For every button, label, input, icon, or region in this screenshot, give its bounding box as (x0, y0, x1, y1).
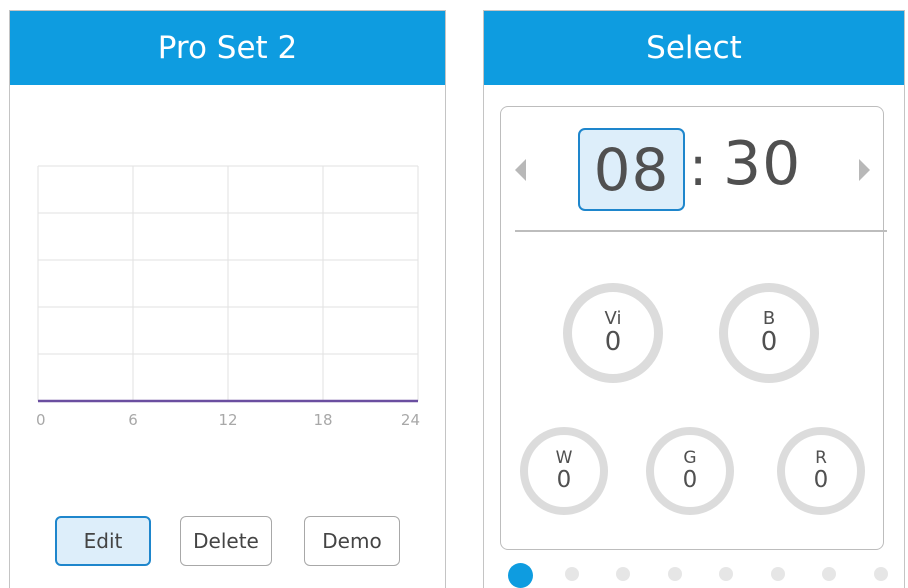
page-dot[interactable] (564, 567, 579, 581)
page-dot[interactable] (667, 567, 682, 581)
channel-r-dial[interactable]: R 0 (777, 427, 865, 515)
select-panel: Select 08 : 30 Vi 0 B 0 W 0 G 0 R 0 (483, 10, 905, 588)
select-title: Select (646, 30, 742, 66)
next-arrow-icon[interactable] (859, 159, 870, 181)
hour-field[interactable]: 08 (578, 128, 685, 211)
delete-button[interactable]: Delete (180, 516, 272, 566)
hour-value: 08 (593, 135, 670, 204)
page-dot[interactable] (873, 567, 888, 581)
x-tick-label: 0 (36, 411, 46, 429)
page-dot[interactable] (770, 567, 785, 581)
channel-w-label: W (555, 448, 573, 468)
channel-vi-value: 0 (604, 326, 622, 357)
page-dot-active[interactable] (507, 563, 533, 588)
edit-button[interactable]: Edit (55, 516, 151, 566)
x-tick-label: 6 (128, 411, 138, 429)
previous-arrow-icon[interactable] (515, 159, 526, 181)
channel-g-value: 0 (682, 466, 698, 493)
schedule-chart: 0 6 12 18 24 (36, 165, 420, 429)
minute-field[interactable]: 30 (723, 129, 801, 199)
channel-b-value: 0 (760, 326, 778, 357)
chart-x-ticks: 0 6 12 18 24 (36, 411, 420, 429)
demo-button[interactable]: Demo (304, 516, 400, 566)
time-separator: : (689, 135, 708, 198)
x-tick-label: 12 (218, 411, 237, 429)
channel-w-value: 0 (556, 466, 572, 493)
x-tick-label: 18 (313, 411, 332, 429)
page-dot[interactable] (822, 567, 836, 581)
pro-set-panel: Pro Set 2 0 6 12 18 24 Edit Delete Demo (9, 10, 446, 588)
page-dot[interactable] (616, 567, 630, 581)
channel-r-label: R (815, 448, 827, 468)
channel-vi-dial[interactable]: Vi 0 (563, 283, 663, 383)
channel-w-dial[interactable]: W 0 (520, 427, 608, 515)
channel-r-value: 0 (813, 466, 829, 493)
channel-b-dial[interactable]: B 0 (719, 283, 819, 383)
page-dot[interactable] (719, 567, 733, 581)
x-tick-label: 24 (401, 411, 420, 429)
channel-g-dial[interactable]: G 0 (646, 427, 734, 515)
select-header: Select (484, 11, 904, 85)
channel-b-label: B (762, 307, 776, 329)
channel-g-label: G (683, 448, 697, 468)
time-card: 08 : 30 Vi 0 B 0 W 0 G 0 R 0 (500, 106, 887, 550)
divider (515, 230, 887, 232)
channel-vi-label: Vi (604, 307, 622, 329)
chart-grid (37, 165, 419, 402)
